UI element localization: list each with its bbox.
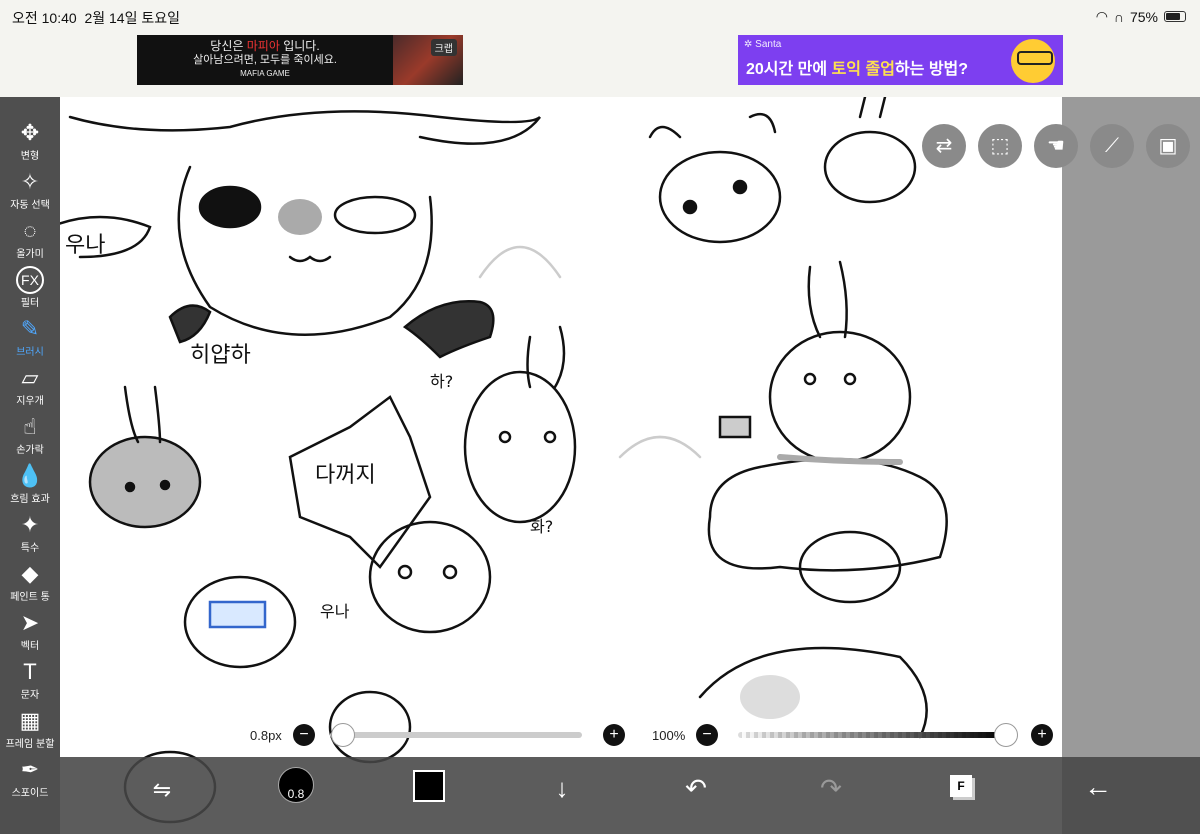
tool-fx[interactable]: FX 필터	[0, 266, 60, 309]
tool-frame-divider[interactable]: ▦ 프레임 분할	[0, 707, 60, 750]
svg-text:하?: 하?	[430, 372, 453, 391]
image-icon[interactable]: ▣	[1146, 124, 1190, 168]
svg-text:화?: 화?	[530, 517, 553, 536]
headphones-icon: ∩	[1113, 8, 1124, 25]
download-arrow-icon[interactable]: ↓	[548, 773, 576, 804]
drawing-canvas[interactable]: 우나 히얍하 다꺼지 하? 화? 우나	[60, 97, 1062, 834]
tool-label: 필터	[20, 298, 40, 309]
tool-label: 프레임 분할	[5, 739, 55, 750]
paint-bucket-icon: ◆	[21, 561, 39, 586]
battery-icon	[1164, 11, 1186, 22]
vector-icon: ➤	[20, 610, 40, 635]
frame-divider-icon: ▦	[19, 708, 41, 733]
special-brush-icon: ✦	[20, 512, 40, 537]
tool-label: 문자	[20, 690, 40, 701]
tool-lasso[interactable]: ◌ 올가미	[0, 217, 60, 260]
tool-label: 올가미	[16, 249, 44, 260]
tool-special-brush[interactable]: ✦ 특수	[0, 511, 60, 554]
ruler-icon[interactable]: ⟋	[1090, 124, 1134, 168]
tool-paint-bucket[interactable]: ◆ 페인트 통	[0, 560, 60, 603]
canvas-margin-right	[1062, 97, 1200, 834]
opacity-plus-button[interactable]: +	[1031, 724, 1053, 746]
ad-bar: 당신은 마피아 입니다. 살아남으려면, 모두를 죽이세요. MAFIA GAM…	[0, 32, 1200, 98]
tool-label: 브러시	[16, 347, 44, 358]
tool-move[interactable]: ✥ 변형	[0, 119, 60, 162]
eraser-icon: ▱	[21, 365, 39, 390]
ad-mafia-line1: 당신은 마피아 입니다.	[210, 39, 320, 53]
tool-label: 지우개	[16, 396, 44, 407]
ad-toeic-emoji-icon	[1011, 39, 1055, 83]
layers-icon[interactable]: F	[950, 775, 972, 797]
tool-label: 손가락	[16, 445, 44, 456]
tool-brush[interactable]: ✎ 브러시	[0, 315, 60, 358]
brush-size-knob[interactable]	[331, 723, 356, 747]
tool-vector[interactable]: ➤ 벡터	[0, 609, 60, 652]
redo-icon[interactable]: ↷	[815, 773, 847, 804]
ad-banner-mafia[interactable]: 당신은 마피아 입니다. 살아남으려면, 모두를 죽이세요. MAFIA GAM…	[137, 35, 463, 85]
tool-label: 벡터	[20, 641, 40, 652]
ad-banner-toeic[interactable]: ✲ Santa 20시간 만에 토익 졸업하는 방법?	[738, 35, 1063, 85]
wifi-icon: ◠	[1095, 8, 1108, 24]
status-right: ◠ ∩ 75%	[1096, 8, 1186, 25]
opacity-value: 100%	[652, 728, 686, 743]
ad-toeic-headline: 20시간 만에 토익 졸업하는 방법?	[746, 61, 969, 78]
bottom-toolbar: ⇋ 0.8 ↓ ↶ ↷ F ←	[60, 757, 1200, 834]
ad-mafia-badge: 크랩	[430, 39, 457, 56]
tool-label: 특수	[20, 543, 40, 554]
svg-text:다꺼지: 다꺼지	[315, 463, 376, 488]
magic-wand-icon: ✧	[20, 169, 40, 194]
status-bar: 오전 10:40 2월 14일 토요일 ◠ ∩ 75%	[0, 0, 1200, 32]
brush-swap-icon[interactable]: ⇋	[145, 777, 179, 811]
opacity-knob[interactable]	[994, 723, 1018, 747]
brush-preview[interactable]: 0.8	[278, 767, 314, 803]
svg-text:우나: 우나	[320, 602, 350, 621]
undo-icon[interactable]: ↶	[680, 773, 712, 804]
tool-label: 흐림 효과	[10, 494, 50, 505]
eyedropper-icon: ✒	[20, 757, 40, 782]
ad-mafia-text: 당신은 마피아 입니다. 살아남으려면, 모두를 죽이세요. MAFIA GAM…	[137, 39, 393, 81]
tool-label: 스포이드	[11, 788, 49, 799]
tool-smudge[interactable]: ☝ 손가락	[0, 413, 60, 456]
blur-icon: 💧	[16, 463, 44, 488]
opacity-minus-button[interactable]: −	[696, 724, 718, 746]
brush-size-value: 0.8px	[250, 728, 282, 743]
tool-sidebar: ✥ 변형 ✧ 자동 선택 ◌ 올가미 FX 필터 ✎ 브러시 ▱ 지우개 ☝ 손가락 💧 흐림 효과 ✦ 특수 ◆ 페…	[0, 97, 60, 834]
tool-label: 자동 선택	[10, 200, 50, 211]
brush-preview-value: 0.8	[287, 787, 305, 801]
battery-fill	[1166, 13, 1180, 20]
hand-icon[interactable]: ☚	[1034, 124, 1078, 168]
brush-size-track[interactable]	[330, 732, 582, 738]
brush-size-minus-button[interactable]: −	[293, 724, 315, 746]
tool-eyedropper[interactable]: ✒ 스포이드	[0, 756, 60, 799]
opacity-fill	[738, 732, 1006, 738]
text-icon: T	[23, 659, 37, 684]
svg-text:히얍하: 히얍하	[190, 343, 251, 368]
tool-label: 페인트 통	[10, 592, 50, 603]
move-icon: ✥	[20, 120, 40, 145]
toggle-icon[interactable]: ⇄	[922, 124, 966, 168]
ad-mafia-line3: MAFIA GAME	[240, 69, 290, 78]
sketch-lettering: 우나 히얍하 다꺼지 하? 화? 우나	[65, 233, 553, 621]
tool-magic-wand[interactable]: ✧ 자동 선택	[0, 168, 60, 211]
ad-toeic-brand: ✲ Santa	[744, 39, 782, 50]
status-time: 오전 10:40 2월 14일 토요일	[12, 10, 181, 26]
smudge-icon: ☝	[23, 414, 37, 439]
back-arrow-icon[interactable]: ←	[1080, 771, 1116, 803]
brush-size-plus-button[interactable]: +	[603, 724, 625, 746]
svg-text:우나: 우나	[65, 233, 105, 258]
color-swatch[interactable]	[413, 770, 445, 802]
tool-label: 변형	[20, 151, 40, 162]
tool-eraser[interactable]: ▱ 지우개	[0, 364, 60, 407]
tool-text[interactable]: T 문자	[0, 658, 60, 701]
sketch-artwork: 우나 히얍하 다꺼지 하? 화? 우나	[60, 97, 948, 824]
fx-icon: FX	[16, 266, 44, 294]
selection-icon[interactable]: ⬚	[978, 124, 1022, 168]
lasso-icon: ◌	[23, 218, 37, 243]
ad-mafia-line2: 살아남으려면, 모두를 죽이세요.	[193, 54, 337, 66]
battery-percent: 75%	[1129, 8, 1158, 25]
tool-blur[interactable]: 💧 흐림 효과	[0, 462, 60, 505]
brush-icon: ✎	[20, 316, 40, 341]
